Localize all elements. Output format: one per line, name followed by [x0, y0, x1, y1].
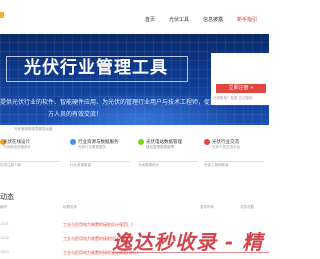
watermark-underline [112, 252, 269, 253]
row-id: 1001 [0, 222, 9, 226]
login-hint-link[interactable]: 已有账号？登录 忘记密码 [213, 96, 253, 101]
feature-card-community[interactable]: 光伏行业交流 光伏人员交流平台 光伏工程师数量 [204, 133, 269, 173]
feature-desc: 光伏电站快速设计 [3, 145, 31, 149]
feature-stat: 光伏数据统计 [138, 163, 159, 167]
news-section-title: 动态 [0, 193, 14, 201]
watermark-text: 逸达秒收录 - 精 [112, 230, 264, 254]
feature-desc: 光伏人员交流平台 [212, 145, 240, 149]
feature-card-station[interactable]: 光伏电站数据管理 建站管理数据管理 光伏数据统计 [138, 133, 204, 173]
banner-caption: 光伏宝网络信息服务运营 [14, 127, 53, 131]
top-navigation-bar: 首页 光伏工具 信息披露 新手指引 [0, 0, 269, 35]
column-header-views: 浏览次数 [240, 205, 254, 209]
feature-divider [70, 161, 130, 162]
nav-home[interactable]: 首页 [140, 15, 160, 25]
banner-subtitle-line-2: 方人员的有效交流！ [48, 111, 103, 118]
database-icon [70, 139, 76, 145]
feature-card-resources[interactable]: 行业资源与数据服务 光伏行业数据服务 行业资源数量 [70, 133, 136, 173]
register-button[interactable]: 立即注册 » [216, 84, 266, 93]
banner-subtitle-line-1: 提供光伏行业的软件、智能硬件应用、为光伏的管理行业用户与技术工程师，促进各 [0, 99, 223, 106]
column-header-id: 编号 [0, 205, 7, 209]
community-icon [204, 139, 210, 145]
feature-stat: 在线注册人数 [0, 163, 21, 167]
column-header-title: 标题名称 [63, 205, 77, 209]
nav-newbie-guide[interactable]: 新手指引 [234, 15, 260, 25]
banner-title: 光伏行业管理工具 [24, 58, 168, 78]
feature-divider [0, 161, 60, 162]
feature-desc: 光伏行业数据服务 [78, 145, 106, 149]
feature-row: 光伏在线设计 光伏电站快速设计 在线注册人数 行业资源与数据服务 光伏行业数据服… [0, 133, 269, 173]
feature-divider [204, 161, 264, 162]
row-id: 1002 [0, 236, 9, 240]
nav-pv-tools[interactable]: 光伏工具 [166, 15, 192, 25]
feature-stat: 光伏工程师数量 [204, 163, 229, 167]
row-id: 1003 [0, 250, 9, 254]
column-header-date: 发布时间 [200, 205, 214, 209]
station-icon [138, 139, 144, 145]
feature-stat: 行业资源数量 [70, 163, 91, 167]
site-logo[interactable] [0, 12, 4, 18]
feature-card-design[interactable]: 光伏在线设计 光伏电站快速设计 在线注册人数 [0, 133, 66, 173]
feature-desc: 建站管理数据管理 [146, 145, 174, 149]
nav-disclosure[interactable]: 信息披露 [200, 15, 226, 25]
news-table-header: 编号 标题名称 发布时间 浏览次数 [0, 205, 269, 213]
feature-divider [138, 161, 198, 162]
